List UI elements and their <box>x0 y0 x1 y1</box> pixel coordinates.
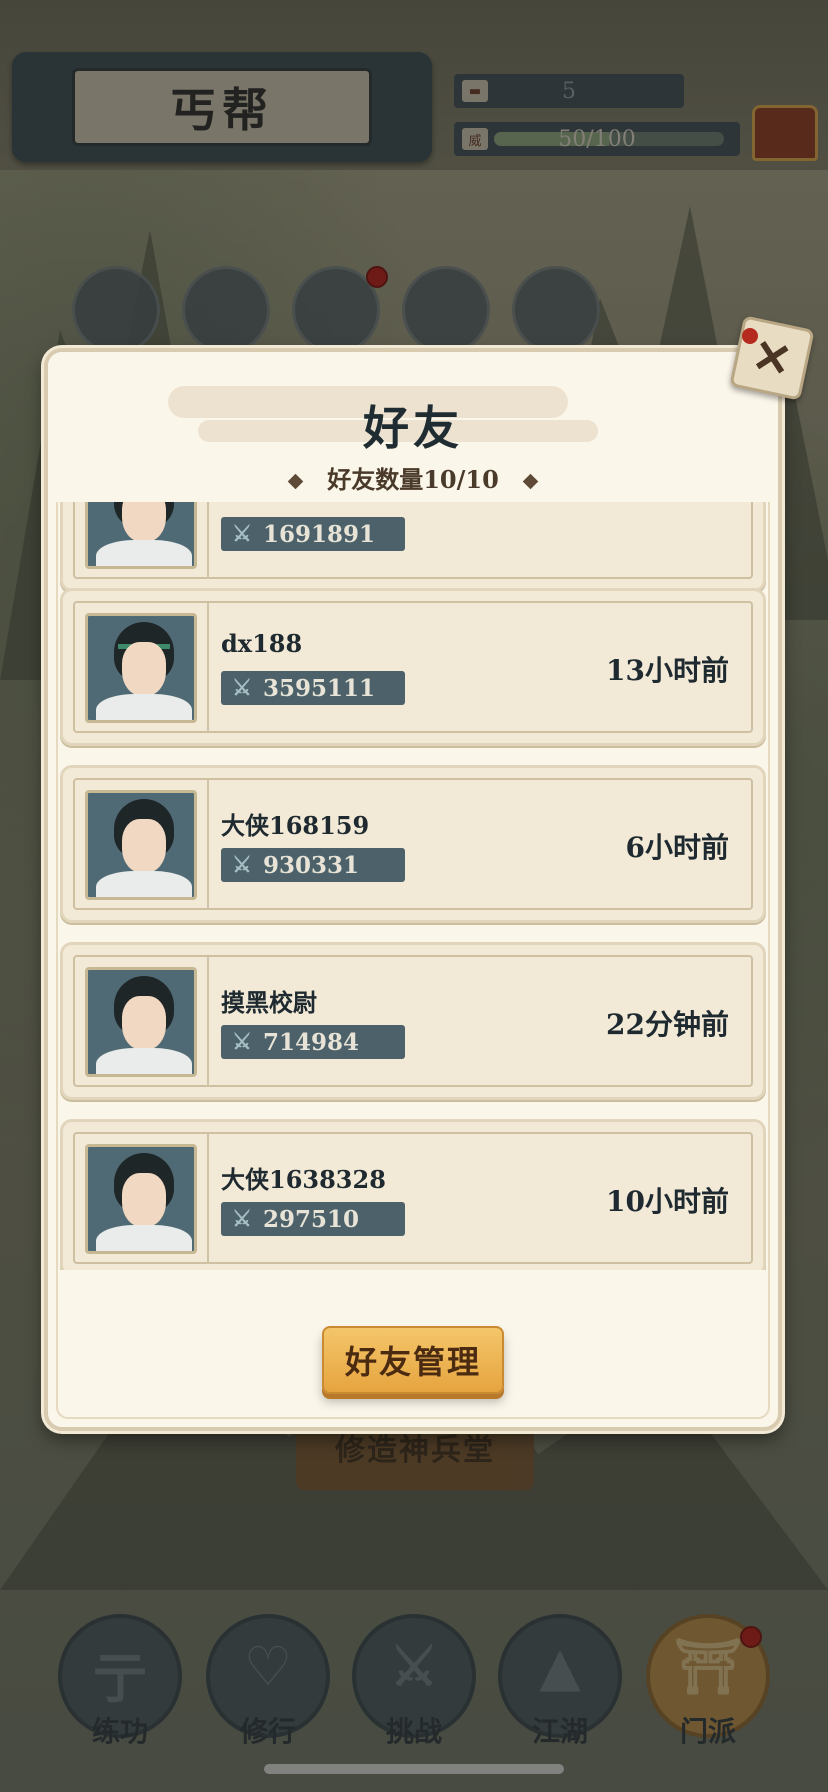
divider <box>207 500 209 579</box>
divider <box>207 603 209 733</box>
last-online: 6小时前 <box>625 831 729 864</box>
friend-name: 摸黑校尉 <box>221 988 317 1017</box>
divider <box>207 957 209 1087</box>
last-online: 13小时前 <box>606 654 729 687</box>
friend-card[interactable]: dx188 ⚔ 3595111 13小时前 <box>60 588 766 746</box>
combat-power-badge: ⚔ 1691891 <box>221 517 405 551</box>
divider <box>207 1134 209 1264</box>
dialog-title: 好友 <box>363 401 463 455</box>
crossed-swords-icon: ⚔ <box>232 521 252 547</box>
close-button[interactable]: ✕ <box>729 315 815 401</box>
combat-power-value: 297510 <box>263 1205 360 1233</box>
crossed-swords-icon: ⚔ <box>232 675 252 701</box>
combat-power-value: 1691891 <box>263 520 376 548</box>
last-online: 10小时前 <box>606 1185 729 1218</box>
friend-name: 大侠168159 <box>221 811 370 840</box>
avatar <box>85 613 197 723</box>
friend-card[interactable]: 大侠1638328 ⚔ 297510 10小时前 <box>60 1119 766 1270</box>
friend-card[interactable]: ⚔ 1691891 <box>60 500 766 592</box>
diamond-icon <box>522 473 539 490</box>
last-online: 22分钟前 <box>606 1008 729 1041</box>
dialog-header: 好友 好友数量10/10 <box>48 352 778 502</box>
avatar <box>85 1144 197 1254</box>
friend-count-text: 好友数量10/10 <box>327 465 499 494</box>
crossed-swords-icon: ⚔ <box>232 1029 252 1055</box>
friend-name: 大侠1638328 <box>221 1165 386 1194</box>
crossed-swords-icon: ⚔ <box>232 1206 252 1232</box>
combat-power-badge: ⚔ 297510 <box>221 1202 405 1236</box>
combat-power-value: 714984 <box>263 1028 360 1056</box>
combat-power-value: 3595111 <box>263 674 376 702</box>
crossed-swords-icon: ⚔ <box>232 852 252 878</box>
friend-name: dx188 <box>221 629 303 658</box>
combat-power-value: 930331 <box>263 851 360 879</box>
diamond-icon <box>287 473 304 490</box>
pin-icon <box>742 328 758 344</box>
avatar <box>85 790 197 900</box>
friend-count: 好友数量10/10 <box>48 460 778 495</box>
friend-list[interactable]: ⚔ 1691891 dx188 ⚔ 3595111 13小时前 大侠168159… <box>56 500 768 1270</box>
combat-power-badge: ⚔ 930331 <box>221 848 405 882</box>
divider <box>207 780 209 910</box>
combat-power-badge: ⚔ 3595111 <box>221 671 405 705</box>
friend-card[interactable]: 摸黑校尉 ⚔ 714984 22分钟前 <box>60 942 766 1100</box>
friend-card[interactable]: 大侠168159 ⚔ 930331 6小时前 <box>60 765 766 923</box>
combat-power-badge: ⚔ 714984 <box>221 1025 405 1059</box>
avatar <box>85 500 197 569</box>
avatar <box>85 967 197 1077</box>
manage-friends-button[interactable]: 好友管理 <box>322 1326 504 1394</box>
